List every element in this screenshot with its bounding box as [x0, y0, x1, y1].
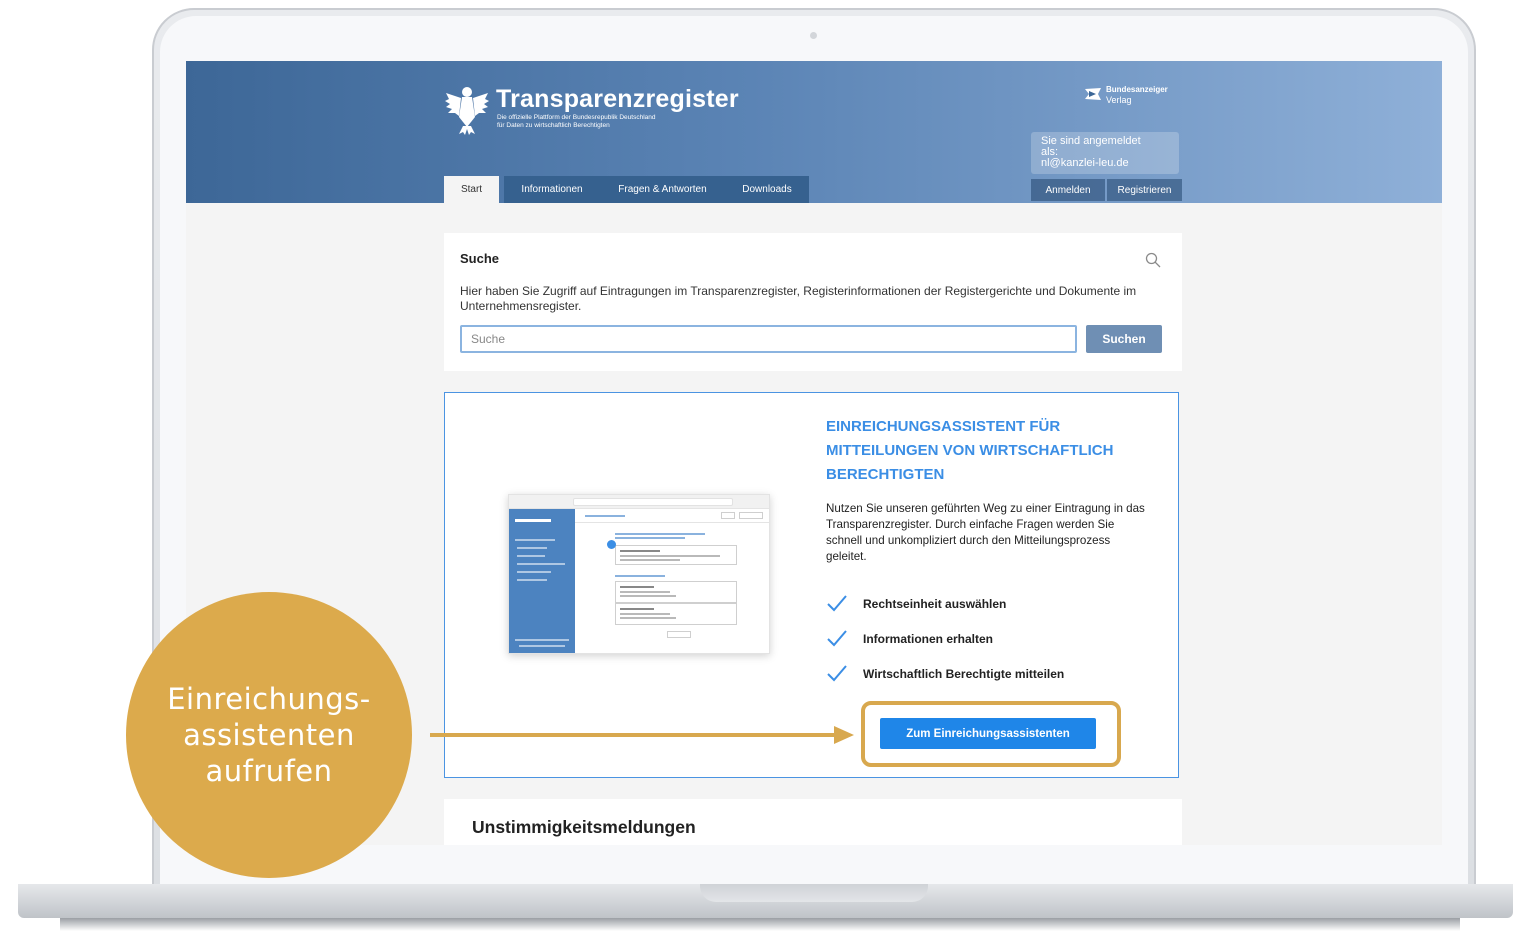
- assistant-description: Nutzen Sie unseren geführten Weg zu eine…: [826, 502, 1145, 563]
- preview-main: [575, 509, 769, 653]
- discrepancy-card: Unstimmigkeitsmeldungen: [444, 799, 1182, 845]
- checkmark-icon: [827, 595, 847, 612]
- annotation-text: Einreichungs- assistenten aufrufen: [167, 681, 371, 789]
- annotation-line1: Einreichungs-: [167, 682, 371, 716]
- search-card: Suche Hier haben Sie Zugriff auf Eintrag…: [444, 233, 1182, 371]
- site-header: Transparenzregister Die offizielle Platt…: [186, 61, 1442, 203]
- discrepancy-title: Unstimmigkeitsmeldungen: [472, 817, 696, 837]
- annotation-arrow: [430, 733, 840, 737]
- publisher-name: Bundesanzeiger: [1106, 85, 1168, 94]
- bundesanzeiger-logo[interactable]: Bundesanzeiger Verlag: [1084, 85, 1188, 111]
- search-button[interactable]: Suchen: [1086, 325, 1162, 353]
- assistant-heading: EINREICHUNGSASSISTENT FÜR MITTEILUNGEN V…: [826, 418, 1114, 483]
- tab-informationen[interactable]: Informationen: [504, 176, 600, 203]
- preview-sidebar: [509, 509, 575, 653]
- laptop-shadow: [60, 918, 1460, 931]
- login-status-line1: Sie sind angemeldet: [1041, 135, 1141, 147]
- checkmark-icon: [827, 630, 847, 647]
- checklist-label: Informationen erhalten: [863, 632, 994, 646]
- checklist-label: Rechtseinheit auswählen: [863, 597, 1007, 611]
- annotation-line3: aufrufen: [205, 754, 333, 788]
- open-assistant-button[interactable]: Zum Einreichungsassistenten: [880, 718, 1096, 749]
- login-status-line3: nl@kanzlei-leu.de: [1041, 157, 1129, 169]
- assistant-card: EINREICHUNGSASSISTENT FÜR MITTEILUNGEN V…: [444, 392, 1179, 778]
- checklist-item: Informationen erhalten: [826, 628, 1146, 652]
- assistant-preview-screenshot: [508, 494, 770, 654]
- brand-subtitle-line1: Die offizielle Plattform der Bundesrepub…: [497, 114, 656, 121]
- register-button[interactable]: Registrieren: [1107, 179, 1182, 201]
- login-status: Sie sind angemeldet als: nl@kanzlei-leu.…: [1031, 132, 1179, 174]
- arrow-head-icon: [834, 726, 854, 744]
- tab-start[interactable]: Start: [444, 176, 499, 203]
- search-input[interactable]: [460, 325, 1077, 353]
- brand-subtitle: Die offizielle Plattform der Bundesrepub…: [497, 114, 737, 130]
- stage: Transparenzregister Die offizielle Platt…: [0, 0, 1513, 931]
- checklist-item: Wirtschaftlich Berechtigte mitteilen: [826, 663, 1146, 687]
- preview-url-bar: [573, 498, 733, 506]
- search-title: Suche: [460, 251, 500, 266]
- tab-downloads[interactable]: Downloads: [725, 176, 809, 203]
- preview-browser-bar: [509, 495, 769, 509]
- bundesanzeiger-icon: [1085, 88, 1101, 100]
- tab-fragen-antworten[interactable]: Fragen & Antworten: [600, 176, 725, 203]
- brand-subtitle-line2: für Daten zu wirtschaftlich Berechtigten: [497, 122, 610, 129]
- search-icon[interactable]: [1145, 252, 1161, 268]
- annotation-line2: assistenten: [183, 718, 355, 752]
- annotation-bubble: Einreichungs- assistenten aufrufen: [126, 592, 412, 878]
- brand-title[interactable]: Transparenzregister: [496, 85, 739, 114]
- camera-icon: [810, 32, 817, 39]
- preview-main-header: [575, 509, 769, 523]
- publisher-sub: Verlag: [1106, 95, 1132, 105]
- laptop-notch: [700, 884, 928, 902]
- checklist-label: Wirtschaftlich Berechtigte mitteilen: [863, 667, 1065, 681]
- checkmark-icon: [827, 665, 847, 682]
- federal-eagle-icon: [445, 87, 489, 135]
- search-description: Hier haben Sie Zugriff auf Eintragungen …: [460, 284, 1137, 313]
- checklist-item: Rechtseinheit auswählen: [826, 593, 1146, 617]
- login-button[interactable]: Anmelden: [1031, 179, 1105, 201]
